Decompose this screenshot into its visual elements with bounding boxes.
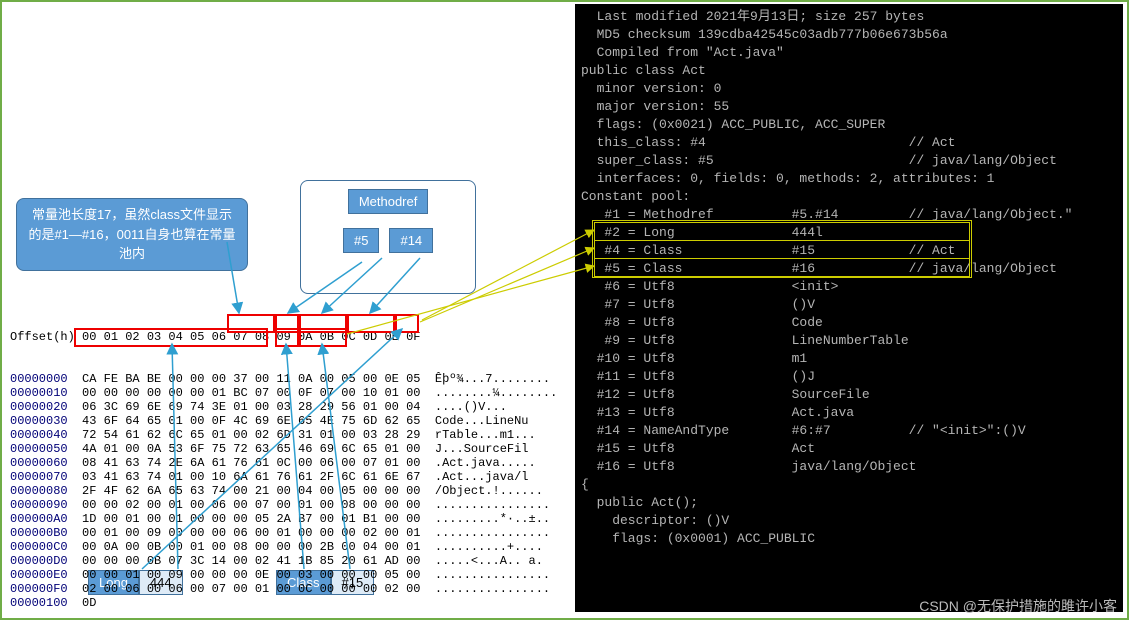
tag-ref-5: #5 (343, 228, 379, 253)
hex-row: 00000100 0D (10, 596, 557, 610)
hex-row: 00000070 03 41 63 74 01 00 10 6A 61 76 6… (10, 470, 557, 484)
hex-row: 000000A0 1D 00 01 00 01 00 00 00 05 2A B… (10, 512, 557, 526)
hex-row: 000000D0 00 00 00 0B 07 3C 14 00 02 41 1… (10, 554, 557, 568)
callout-constant-pool-len: 常量池长度17，虽然class文件显示的是#1—#16，0011自身也算在常量池… (16, 198, 248, 271)
hex-row: 00000000 CA FE BA BE 00 00 00 37 00 11 0… (10, 372, 557, 386)
hex-row: 000000F0 02 00 06 00 06 00 07 00 01 00 0… (10, 582, 557, 596)
hex-row: 000000E0 00 00 01 00 09 00 00 00 0E 00 0… (10, 568, 557, 582)
hex-row: 000000B0 00 01 00 09 00 00 00 06 00 01 0… (10, 526, 557, 540)
hex-row: 00000020 06 3C 69 6E 69 74 3E 01 00 03 2… (10, 400, 557, 414)
watermark: CSDN @无保护措施的雎许小客 (919, 596, 1117, 616)
tag-methodref-group: Methodref #5 #14 (300, 180, 476, 294)
hex-header: Offset(h) 00 01 02 03 04 05 06 07 08 09 … (10, 330, 557, 344)
hex-row: 00000060 08 41 63 74 2E 6A 61 76 61 0C 0… (10, 456, 557, 470)
hex-row: 00000050 4A 01 00 0A 53 6F 75 72 63 65 4… (10, 442, 557, 456)
hex-row: 00000010 00 00 00 00 00 00 01 BC 07 00 0… (10, 386, 557, 400)
javap-terminal: Last modified 2021年9月13日; size 257 bytes… (575, 4, 1123, 612)
hex-row: 000000C0 00 0A 00 0B 00 01 00 08 00 00 0… (10, 540, 557, 554)
hex-editor-pane: Offset(h) 00 01 02 03 04 05 06 07 08 09 … (10, 302, 557, 624)
hex-row: 00000080 2F 4F 62 6A 65 63 74 00 21 00 0… (10, 484, 557, 498)
tag-ref-14: #14 (389, 228, 433, 253)
hex-row: 00000090 00 00 02 00 01 00 06 00 07 00 0… (10, 498, 557, 512)
tag-methodref: Methodref (348, 189, 429, 214)
hex-row: 00000040 72 54 61 62 6C 65 01 00 02 6D 3… (10, 428, 557, 442)
hex-row: 00000030 43 6F 64 65 01 00 0F 4C 69 6E 6… (10, 414, 557, 428)
